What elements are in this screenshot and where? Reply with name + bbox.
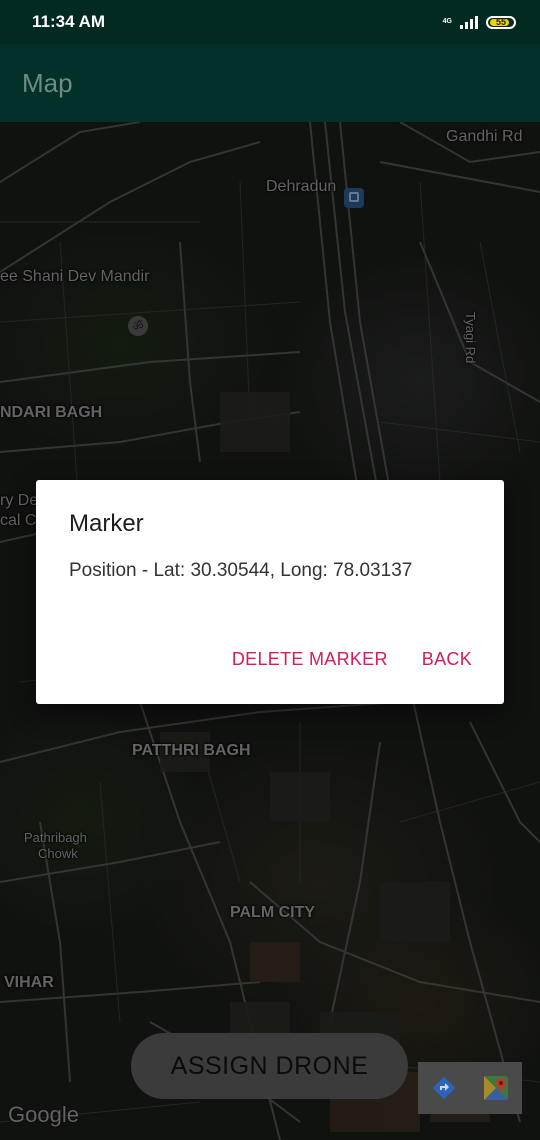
screen: 11:34 AM 4G 55 Map Gandhi Rd Dehradun ee… [0, 0, 540, 1140]
marker-dialog: Marker Position - Lat: 30.30544, Long: 7… [36, 480, 504, 704]
delete-marker-button[interactable]: DELETE MARKER [222, 645, 398, 674]
app-bar: Map [0, 44, 540, 122]
directions-button[interactable] [418, 1062, 470, 1114]
open-google-maps-button[interactable] [470, 1062, 522, 1114]
signal-strength-icon [460, 15, 478, 29]
dialog-message: Position - Lat: 30.30544, Long: 78.03137 [69, 560, 413, 581]
assign-drone-button[interactable]: ASSIGN DRONE [131, 1033, 408, 1099]
map-toolbar [418, 1062, 522, 1114]
dialog-actions: DELETE MARKER BACK [222, 645, 482, 674]
google-maps-icon [484, 1076, 508, 1100]
status-bar: 11:34 AM 4G 55 [0, 0, 540, 44]
battery-level: 55 [495, 17, 506, 27]
back-button[interactable]: BACK [412, 645, 482, 674]
dialog-title: Marker [69, 510, 144, 537]
battery-icon: 55 [486, 15, 516, 29]
network-type-label: 4G [442, 18, 452, 25]
status-indicators: 4G 55 [442, 15, 516, 29]
directions-icon [432, 1076, 456, 1100]
app-title: Map [22, 67, 73, 98]
status-time: 11:34 AM [32, 12, 106, 31]
